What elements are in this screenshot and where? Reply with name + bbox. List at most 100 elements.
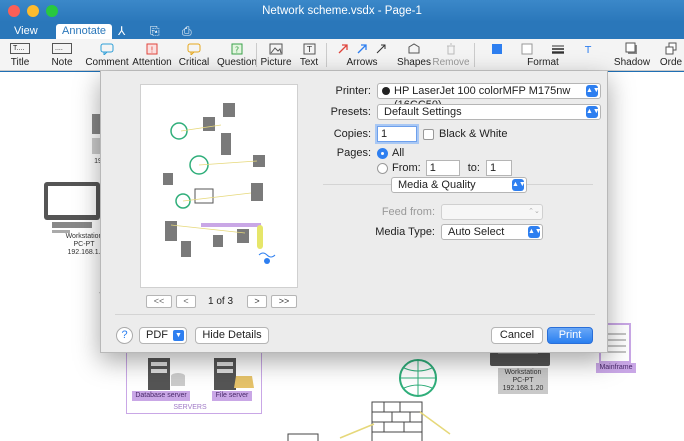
title-bar: Network scheme.vsdx - Page-1 [0,0,684,22]
note-tool[interactable]: .... Note [44,41,80,69]
chevron-down-icon: ▼ [173,330,184,341]
print-button[interactable]: Print [547,327,593,344]
last-page-button[interactable]: >> [271,295,298,308]
from-page-input[interactable]: 1 [425,160,460,176]
critical-tool[interactable]: Critical [174,41,214,69]
presets-row: Presets: Default Settings ▲▼ [313,104,601,120]
file-server-label: File server [212,391,252,401]
arrows-tool[interactable]: Arrows [330,41,394,69]
page-indicator: 1 of 3 [208,296,234,307]
chevron-updown-icon: ▲▼ [586,85,600,97]
all-pages-label: All [392,147,405,159]
to-page-input[interactable]: 1 [485,160,512,176]
pages-row: Pages: All [313,147,404,159]
copies-row: Copies: 1 Black & White [313,126,507,142]
workstation-left-icon[interactable] [44,182,100,233]
minimize-window-button[interactable] [27,5,39,17]
media-type-label: Media Type: [375,226,435,238]
print-dialog: << < 1 of 3 > >> Printer: HP LaserJet 10… [100,71,608,353]
tab-dimension-icon[interactable]: ⅄ [118,24,125,38]
feed-from-select[interactable]: ⌃⌄ [441,204,543,220]
router-icon[interactable] [287,433,319,441]
printer-status-icon [382,87,390,95]
critical-icon [187,43,201,55]
help-button[interactable]: ? [116,327,133,344]
svg-text:T: T [584,45,592,55]
maximize-window-button[interactable] [46,5,58,17]
picture-icon [269,43,283,54]
print-section-select[interactable]: Media & Quality ▲▼ [391,177,527,193]
question-tool[interactable]: ? Question [214,41,260,69]
picture-tool[interactable]: Picture [258,41,294,69]
shadow-icon [625,42,637,54]
chevron-updown-icon: ▲▼ [586,106,600,118]
next-page-button[interactable]: > [247,295,268,308]
order-tool[interactable]: Orde [658,41,684,69]
cancel-button[interactable]: Cancel [491,327,543,344]
fill-color-icon [492,43,502,54]
format-tool[interactable]: T Format [480,41,606,69]
comment-tool[interactable]: Comment [84,41,130,69]
print-preview [140,84,298,288]
pdf-menu-button[interactable]: PDF ▼ [139,327,187,344]
feed-from-row: Feed from: ⌃⌄ [369,204,543,220]
media-type-select[interactable]: Auto Select ▲▼ [441,224,543,240]
copies-label: Copies: [333,128,371,140]
printer-label: Printer: [335,85,371,97]
tab-print-icon[interactable]: ⎙ [182,24,192,39]
all-pages-radio[interactable] [377,147,388,159]
text-tool[interactable]: T Text [296,41,322,69]
media-type-row: Media Type: Auto Select ▲▼ [369,224,543,240]
black-white-checkbox[interactable] [423,128,434,140]
preview-thumbnail [163,103,276,264]
presets-select[interactable]: Default Settings ▲▼ [377,104,601,120]
title-icon: T.... [10,43,30,54]
globe-icon[interactable] [399,359,437,397]
first-page-button[interactable]: << [146,295,172,308]
tab-view[interactable]: View [8,24,44,39]
mainframe-label: Mainframe [596,363,636,373]
chevron-updown-icon: ⌃⌄ [528,208,540,215]
red-arrow-icon [338,43,348,53]
chevron-updown-icon: ▲▼ [512,179,526,191]
text-icon: T [303,43,315,54]
tab-annotate[interactable]: Annotate [56,24,113,39]
title-tool[interactable]: T.... Title [2,41,38,69]
feed-from-label: Feed from: [381,206,435,218]
close-window-button[interactable] [8,5,20,17]
copies-input[interactable]: 1 [377,126,417,142]
tab-layout-icon[interactable]: ⎘ [150,24,160,39]
trash-icon [447,43,455,54]
remove-tool[interactable]: Remove [432,41,470,69]
shadow-tool[interactable]: Shadow [612,41,652,69]
footer-divider [115,314,595,315]
from-label: From: [392,162,421,174]
pages-label: Pages: [336,147,371,159]
printer-select[interactable]: HP LaserJet 100 colorMFP M175nw (16CC50)… [377,83,601,111]
svg-text:?: ? [235,45,239,54]
question-icon: ? [231,43,243,54]
presets-label: Presets: [330,106,371,118]
line-weight-icon [552,45,564,54]
attention-tool[interactable]: ! Attention [130,41,174,69]
hide-details-button[interactable]: Hide Details [195,327,269,344]
ribbon-separator [474,43,475,67]
window-title: Network scheme.vsdx - Page-1 [262,5,422,17]
page-range-radio[interactable] [377,162,388,174]
printer-row: Printer: HP LaserJet 100 colorMFP M175nw… [313,83,601,111]
firewall-icon[interactable] [371,401,423,441]
note-icon: .... [52,43,72,54]
shapes-tool[interactable]: Shapes [396,41,432,69]
blue-arrow-icon [357,43,367,53]
prev-page-button[interactable]: < [176,295,196,308]
ribbon-separator [326,43,327,67]
ribbon-tab-bar: View Annotate ⅄ ⎘ ⎙ [0,22,684,39]
black-white-label: Black & White [439,128,508,140]
section-row: Media & Quality ▲▼ [391,177,527,193]
page-range-row: From: 1 to: 1 [377,160,512,176]
workstation-right-label: Workstation PC-PT 192.168.1.20 [498,368,548,394]
svg-text:!: ! [150,45,153,54]
black-arrow-icon [376,44,386,53]
shapes-icon [408,43,420,54]
ribbon-separator [256,43,257,67]
